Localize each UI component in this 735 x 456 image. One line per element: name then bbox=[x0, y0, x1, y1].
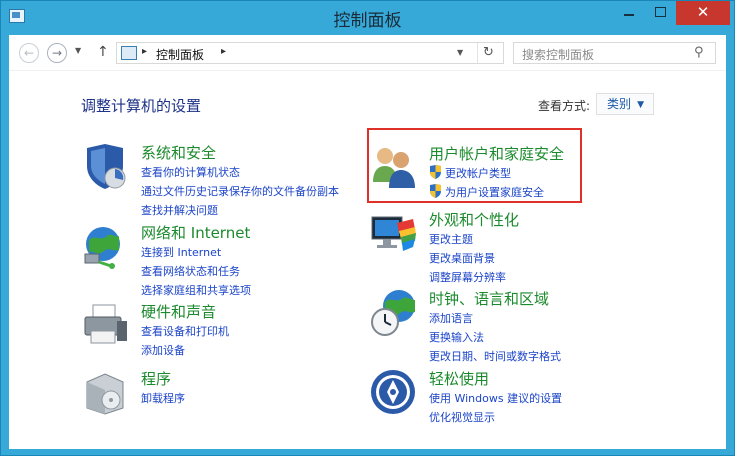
minimize-button[interactable] bbox=[615, 1, 643, 25]
link-file-history-backup[interactable]: 通过文件历史记录保存你的文件备份副本 bbox=[141, 183, 339, 199]
link-uninstall-program[interactable]: 卸载程序 bbox=[141, 390, 185, 406]
link-troubleshoot[interactable]: 查找并解决问题 bbox=[141, 202, 218, 218]
control-panel-window: 控制面板 ✕ ← → ▼ ↑ ▸ 控制面板 ▸ ▼ ↻ 搜索控制面板 ⚲ 调整计… bbox=[0, 0, 735, 456]
address-box[interactable]: ▸ 控制面板 ▸ ▼ ↻ bbox=[116, 42, 504, 64]
network-globe-icon[interactable] bbox=[81, 222, 129, 270]
category-hardware-sound: 硬件和声音 查看设备和打印机 添加设备 bbox=[81, 301, 361, 358]
clock-globe-icon[interactable] bbox=[369, 288, 417, 336]
appearance-monitor-icon[interactable] bbox=[369, 209, 417, 257]
category-clock-language-region: 时钟、语言和区域 添加语言 更换输入法 更改日期、时间或数字格式 bbox=[369, 288, 649, 363]
breadcrumb-chevron-icon[interactable]: ▸ bbox=[221, 46, 226, 57]
category-title-hardware[interactable]: 硬件和声音 bbox=[141, 301, 216, 322]
view-by-value: 类别 bbox=[607, 97, 632, 111]
link-change-desktop-background[interactable]: 更改桌面背景 bbox=[429, 250, 495, 266]
link-change-input-method[interactable]: 更换输入法 bbox=[429, 329, 484, 345]
category-ease-of-access: 轻松使用 使用 Windows 建议的设置 优化视觉显示 bbox=[369, 368, 649, 425]
category-title-programs[interactable]: 程序 bbox=[141, 368, 171, 389]
printer-icon[interactable] bbox=[81, 301, 129, 349]
category-title-ease[interactable]: 轻松使用 bbox=[429, 368, 489, 389]
arrow-left-icon: ← bbox=[23, 46, 35, 60]
control-panel-location-icon bbox=[121, 46, 137, 60]
forward-button[interactable]: → bbox=[47, 43, 67, 63]
refresh-icon[interactable]: ↻ bbox=[483, 45, 494, 60]
chevron-down-icon: ▼ bbox=[637, 100, 644, 110]
page-title: 调整计算机的设置 bbox=[81, 97, 202, 115]
arrow-right-icon: → bbox=[51, 46, 63, 60]
category-network-internet: 网络和 Internet 连接到 Internet 查看网络状态和任务 选择家庭… bbox=[81, 222, 361, 297]
category-title-system[interactable]: 系统和安全 bbox=[141, 142, 216, 163]
recent-locations-dropdown[interactable]: ▼ bbox=[75, 46, 81, 55]
link-optimize-visual-display[interactable]: 优化视觉显示 bbox=[429, 409, 495, 425]
ease-of-access-icon[interactable] bbox=[369, 368, 417, 416]
breadcrumb-control-panel[interactable]: 控制面板 bbox=[156, 46, 204, 63]
up-button[interactable]: ↑ bbox=[97, 44, 109, 60]
link-adjust-resolution[interactable]: 调整屏幕分辨率 bbox=[429, 269, 506, 285]
category-programs: 程序 卸载程序 bbox=[81, 368, 361, 418]
highlight-box bbox=[367, 128, 582, 203]
link-devices-printers[interactable]: 查看设备和打印机 bbox=[141, 323, 229, 339]
address-divider bbox=[477, 43, 478, 63]
link-add-language[interactable]: 添加语言 bbox=[429, 310, 473, 326]
link-view-computer-status[interactable]: 查看你的计算机状态 bbox=[141, 164, 240, 180]
maximize-button[interactable] bbox=[646, 1, 674, 25]
link-add-device[interactable]: 添加设备 bbox=[141, 342, 185, 358]
category-title-appearance[interactable]: 外观和个性化 bbox=[429, 209, 519, 230]
navigation-bar: ← → ▼ ↑ ▸ 控制面板 ▸ ▼ ↻ 搜索控制面板 ⚲ bbox=[9, 35, 726, 71]
close-icon: ✕ bbox=[696, 3, 710, 21]
link-connect-internet[interactable]: 连接到 Internet bbox=[141, 244, 221, 260]
breadcrumb-separator-icon[interactable]: ▸ bbox=[142, 46, 147, 57]
category-title-clock[interactable]: 时钟、语言和区域 bbox=[429, 288, 549, 309]
category-title-network[interactable]: 网络和 Internet bbox=[141, 222, 250, 243]
link-change-theme[interactable]: 更改主题 bbox=[429, 231, 473, 247]
maximize-icon bbox=[654, 7, 666, 17]
link-homegroup-sharing[interactable]: 选择家庭组和共享选项 bbox=[141, 282, 251, 298]
category-system-security: 系统和安全 查看你的计算机状态 通过文件历史记录保存你的文件备份副本 查找并解决… bbox=[81, 142, 361, 217]
link-windows-recommended-settings[interactable]: 使用 Windows 建议的设置 bbox=[429, 390, 562, 406]
close-button[interactable]: ✕ bbox=[676, 1, 730, 25]
search-input[interactable]: 搜索控制面板 ⚲ bbox=[513, 42, 716, 64]
search-icon[interactable]: ⚲ bbox=[694, 45, 704, 60]
view-by-label: 查看方式: bbox=[538, 99, 591, 113]
programs-box-icon[interactable] bbox=[81, 368, 129, 416]
minimize-icon bbox=[624, 14, 634, 16]
search-placeholder: 搜索控制面板 bbox=[522, 48, 595, 62]
chevron-down-icon: ▼ bbox=[75, 46, 82, 55]
link-network-status[interactable]: 查看网络状态和任务 bbox=[141, 263, 240, 279]
view-by-dropdown[interactable]: 类别 ▼ bbox=[596, 93, 654, 115]
client-area: ← → ▼ ↑ ▸ 控制面板 ▸ ▼ ↻ 搜索控制面板 ⚲ 调整计算机的设置 查… bbox=[9, 35, 726, 449]
back-button[interactable]: ← bbox=[19, 43, 39, 63]
arrow-up-icon: ↑ bbox=[97, 44, 109, 60]
security-shield-icon[interactable] bbox=[81, 142, 129, 190]
title-bar[interactable]: 控制面板 ✕ bbox=[1, 1, 734, 35]
address-dropdown-icon[interactable]: ▼ bbox=[457, 48, 463, 57]
category-appearance: 外观和个性化 更改主题 更改桌面背景 调整屏幕分辨率 bbox=[369, 209, 649, 284]
link-change-date-time-format[interactable]: 更改日期、时间或数字格式 bbox=[429, 348, 561, 364]
